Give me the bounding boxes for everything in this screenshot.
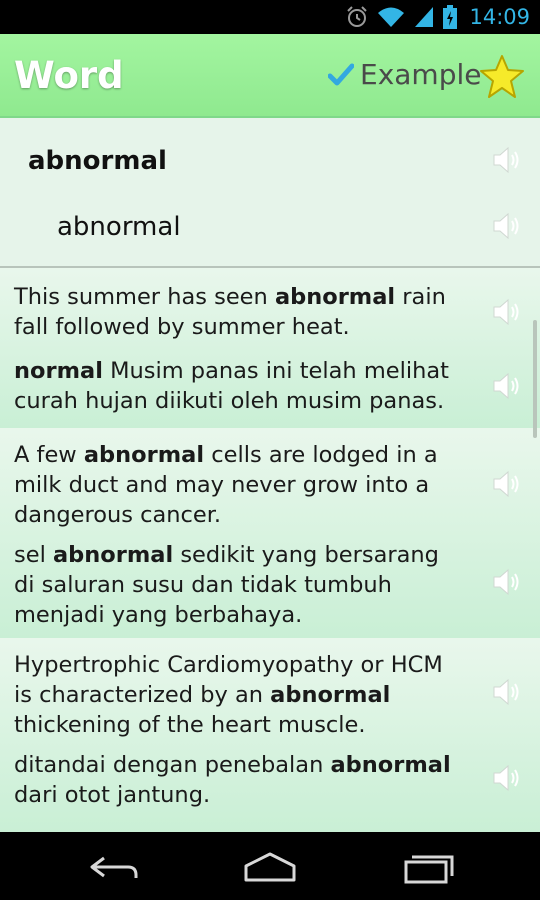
speaker-icon[interactable] (490, 468, 522, 500)
example-indonesian: sel abnormal sedikit yang bersarang di s… (14, 542, 439, 628)
recent-apps-icon[interactable] (398, 850, 458, 884)
word-translation: abnormal (57, 212, 181, 242)
example-item: This summer has seen abnormal rain fall … (0, 268, 540, 428)
speaker-icon[interactable] (490, 762, 522, 794)
speaker-icon[interactable] (490, 296, 522, 328)
example-item: Hypertrophic Cardiomyopathy or HCM is ch… (0, 638, 540, 832)
wifi-icon (378, 7, 405, 27)
app-header: Word Example (0, 34, 540, 118)
speaker-icon[interactable] (490, 676, 522, 708)
example-indonesian: normal Musim panas ini telah melihat cur… (14, 358, 449, 414)
word-row: abnormal (0, 122, 540, 194)
example-english: This summer has seen abnormal rain fall … (14, 284, 446, 340)
example-item: A few abnormal cells are lodged in a mil… (0, 428, 540, 638)
star-icon[interactable] (478, 53, 526, 101)
speaker-icon[interactable] (490, 210, 522, 242)
word-panel: abnormal abnormal (0, 118, 540, 268)
translation-row: abnormal (0, 190, 540, 262)
status-bar: 14:09 (0, 0, 540, 34)
word-term: abnormal (28, 146, 167, 176)
scrollbar[interactable] (533, 320, 537, 438)
speaker-icon[interactable] (490, 566, 522, 598)
speaker-icon[interactable] (490, 144, 522, 176)
home-icon[interactable] (240, 850, 300, 884)
checkmark-icon (328, 63, 354, 85)
page-title: Word (14, 54, 124, 97)
example-label: Example (360, 58, 482, 91)
example-english: A few abnormal cells are lodged in a mil… (14, 442, 438, 528)
back-icon[interactable] (84, 850, 144, 884)
example-indonesian: ditandai dengan penebalan abnormal dari … (14, 752, 451, 808)
navigation-bar (0, 832, 540, 900)
example-english: Hypertrophic Cardiomyopathy or HCM is ch… (14, 652, 443, 738)
speaker-icon[interactable] (490, 370, 522, 402)
battery-charging-icon (443, 5, 458, 29)
example-toggle[interactable]: Example (328, 58, 481, 91)
signal-icon (415, 7, 434, 27)
alarm-icon (347, 6, 368, 27)
clock: 14:09 (469, 5, 530, 29)
examples-list[interactable]: This summer has seen abnormal rain fall … (0, 268, 540, 832)
